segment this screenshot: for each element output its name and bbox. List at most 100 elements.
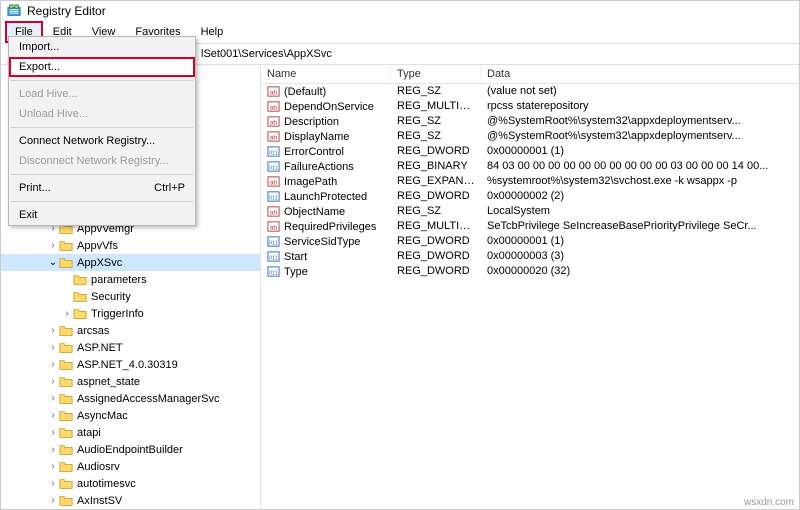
folder-icon [59, 426, 73, 440]
svg-text:ab: ab [270, 134, 278, 141]
tree-item-asyncmac[interactable]: ›AsyncMac [1, 407, 260, 424]
col-header-data[interactable]: Data [481, 65, 799, 83]
value-data: SeTcbPrivilege SeIncreaseBasePriorityPri… [481, 220, 799, 233]
tree-label: parameters [91, 274, 147, 286]
chevron-right-icon[interactable]: › [47, 461, 59, 472]
value-data: @%SystemRoot%\system32\appxdeploymentser… [481, 130, 799, 143]
reg-binary-icon: 011 [267, 160, 280, 173]
svg-text:011: 011 [269, 150, 278, 156]
tree-item-appvvfs[interactable]: › AppvVfs [1, 237, 260, 254]
value-data: 0x00000001 (1) [481, 145, 799, 158]
chevron-right-icon[interactable]: › [47, 495, 59, 506]
tree-label: AxInstSV [77, 495, 122, 507]
tree-label: AppXSvc [77, 257, 122, 269]
menu-help[interactable]: Help [191, 21, 234, 43]
value-name: 011ServiceSidType [261, 235, 391, 248]
tree-item-parameters[interactable]: parameters [1, 271, 260, 288]
menu-separator [11, 201, 193, 202]
list-pane[interactable]: Name Type Data ab(Default)REG_SZ(value n… [261, 65, 799, 509]
value-type: REG_DWORD [391, 235, 481, 248]
folder-icon [59, 358, 73, 372]
tree-item-triggerinfo[interactable]: › TriggerInfo [1, 305, 260, 322]
value-row[interactable]: 011ErrorControlREG_DWORD0x00000001 (1) [261, 144, 799, 159]
tree-item-security[interactable]: Security [1, 288, 260, 305]
chevron-right-icon[interactable]: › [47, 359, 59, 370]
value-row[interactable]: ab(Default)REG_SZ(value not set) [261, 84, 799, 99]
reg-string-icon: ab [267, 130, 280, 143]
col-header-name[interactable]: Name [261, 65, 391, 83]
reg-string-icon: ab [267, 175, 280, 188]
tree-item-audioendpointbuilder[interactable]: ›AudioEndpointBuilder [1, 441, 260, 458]
value-row[interactable]: 011StartREG_DWORD0x00000003 (3) [261, 249, 799, 264]
tree-item-audiosrv[interactable]: ›Audiosrv [1, 458, 260, 475]
tree-item-atapi[interactable]: › atapi [1, 424, 260, 441]
value-type: REG_BINARY [391, 160, 481, 173]
folder-icon [59, 375, 73, 389]
menu-item-exit[interactable]: Exit [9, 205, 195, 225]
value-row[interactable]: abDependOnServiceREG_MULTI_SZrpcss state… [261, 99, 799, 114]
titlebar[interactable]: Registry Editor [1, 1, 799, 21]
tree-item-asp-net[interactable]: ›ASP.NET [1, 339, 260, 356]
folder-icon [59, 477, 73, 491]
value-type: REG_DWORD [391, 145, 481, 158]
chevron-right-icon[interactable]: › [47, 376, 59, 387]
value-name: abImagePath [261, 175, 391, 188]
value-row[interactable]: abImagePathREG_EXPAND_SZ%systemroot%\sys… [261, 174, 799, 189]
value-row[interactable]: abRequiredPrivilegesREG_MULTI_SZSeTcbPri… [261, 219, 799, 234]
value-row[interactable]: abDisplayNameREG_SZ@%SystemRoot%\system3… [261, 129, 799, 144]
chevron-right-icon[interactable]: › [47, 427, 59, 438]
tree-item-axinstsv[interactable]: › AxInstSV [1, 492, 260, 509]
value-name: abDependOnService [261, 100, 391, 113]
reg-binary-icon: 011 [267, 250, 280, 263]
chevron-down-icon[interactable]: ⌄ [47, 257, 59, 268]
menu-item-export[interactable]: Export... [9, 57, 195, 77]
folder-icon [73, 290, 87, 304]
chevron-right-icon[interactable]: › [47, 444, 59, 455]
value-row[interactable]: abObjectNameREG_SZLocalSystem [261, 204, 799, 219]
chevron-right-icon[interactable]: › [47, 342, 59, 353]
value-name: abDescription [261, 115, 391, 128]
value-name: abRequiredPrivileges [261, 220, 391, 233]
tree-label: TriggerInfo [91, 308, 144, 320]
tree-item-appxsvc[interactable]: ⌄ AppXSvc [1, 254, 260, 271]
reg-binary-icon: 011 [267, 190, 280, 203]
menu-item-disconnect-network-registry: Disconnect Network Registry... [9, 151, 195, 171]
tree-item-assignedaccessmanagersvc[interactable]: ›AssignedAccessManagerSvc [1, 390, 260, 407]
value-row[interactable]: 011TypeREG_DWORD0x00000020 (32) [261, 264, 799, 279]
tree-item-aspnet-state[interactable]: ›aspnet_state [1, 373, 260, 390]
value-name: 011Type [261, 265, 391, 278]
tree-item-asp-net-4-0-30319[interactable]: ›ASP.NET_4.0.30319 [1, 356, 260, 373]
value-type: REG_DWORD [391, 190, 481, 203]
svg-text:ab: ab [270, 104, 278, 111]
chevron-right-icon[interactable]: › [47, 325, 59, 336]
chevron-right-icon[interactable]: › [47, 393, 59, 404]
value-row[interactable]: 011ServiceSidTypeREG_DWORD0x00000001 (1) [261, 234, 799, 249]
value-type: REG_DWORD [391, 250, 481, 263]
svg-text:011: 011 [269, 255, 278, 261]
chevron-right-icon[interactable]: › [47, 478, 59, 489]
value-data: 0x00000020 (32) [481, 265, 799, 278]
col-header-type[interactable]: Type [391, 65, 481, 83]
value-row[interactable]: abDescriptionREG_SZ@%SystemRoot%\system3… [261, 114, 799, 129]
chevron-right-icon[interactable]: › [47, 410, 59, 421]
value-name: 011FailureActions [261, 160, 391, 173]
value-row[interactable]: 011FailureActionsREG_BINARY84 03 00 00 0… [261, 159, 799, 174]
value-row[interactable]: 011LaunchProtectedREG_DWORD0x00000002 (2… [261, 189, 799, 204]
tree-label: atapi [77, 427, 101, 439]
folder-icon [59, 256, 73, 270]
value-type: REG_SZ [391, 205, 481, 218]
tree-item-arcsas[interactable]: ›arcsas [1, 322, 260, 339]
value-data: (value not set) [481, 85, 799, 98]
chevron-right-icon[interactable]: › [61, 308, 73, 319]
tree-item-autotimesvc[interactable]: ›autotimesvc [1, 475, 260, 492]
value-data: %systemroot%\system32\svchost.exe -k wsa… [481, 175, 799, 188]
value-name: abDisplayName [261, 130, 391, 143]
folder-icon [73, 307, 87, 321]
folder-icon [59, 324, 73, 338]
tree-label: AppvVfs [77, 240, 118, 252]
menu-item-import[interactable]: Import... [9, 37, 195, 57]
menu-item-connect-network-registry[interactable]: Connect Network Registry... [9, 131, 195, 151]
svg-text:ab: ab [270, 209, 278, 216]
chevron-right-icon[interactable]: › [47, 240, 59, 251]
menu-item-print[interactable]: Print...Ctrl+P [9, 178, 195, 198]
